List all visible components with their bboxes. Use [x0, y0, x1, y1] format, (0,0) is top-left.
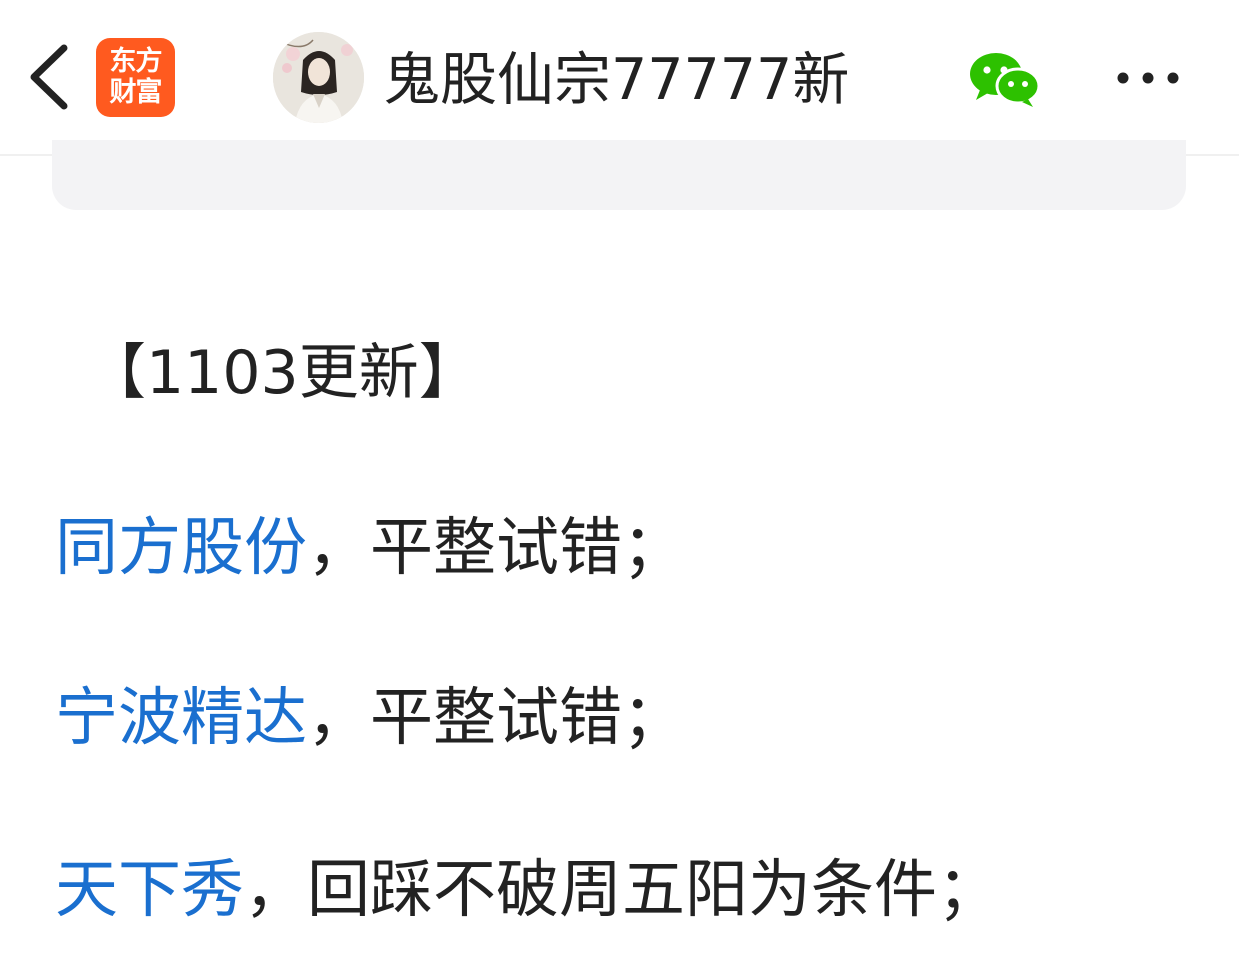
list-item: 宁波精达，平整试错； [55, 675, 685, 761]
stock-link-tongfang[interactable]: 同方股份 [55, 511, 307, 584]
author-avatar[interactable] [273, 32, 364, 123]
author-name[interactable]: 鬼股仙宗77777新 [383, 40, 849, 120]
list-item-note: ，回踩不破周五阳为条件； [244, 853, 1000, 926]
wechat-share-button[interactable] [968, 50, 1041, 108]
wechat-icon [970, 53, 1041, 107]
list-item-note: ，平整试错； [307, 681, 685, 754]
list-item-note: ，平整试错； [307, 511, 685, 584]
more-dots-icon [1117, 72, 1179, 84]
list-item: 同方股份，平整试错； [55, 505, 685, 591]
quoted-content-box [52, 140, 1186, 210]
list-item: 天下秀，回踩不破周五阳为条件； [55, 847, 1000, 933]
stock-link-ningbo-jingda[interactable]: 宁波精达 [55, 681, 307, 754]
back-button[interactable] [22, 44, 76, 110]
logo-text-line1: 东方 [109, 46, 163, 77]
app-logo: 东方 财富 [96, 38, 175, 117]
avatar-image [273, 32, 364, 123]
chevron-left-icon [30, 44, 68, 110]
stock-link-tianxiaxiu[interactable]: 天下秀 [55, 853, 244, 926]
update-title: 【1103更新】 [86, 338, 479, 408]
top-nav-bar: 东方 财富 鬼股仙宗77777新 [0, 0, 1239, 156]
more-options-button[interactable] [1112, 64, 1184, 92]
logo-text-line2: 财富 [109, 77, 163, 108]
